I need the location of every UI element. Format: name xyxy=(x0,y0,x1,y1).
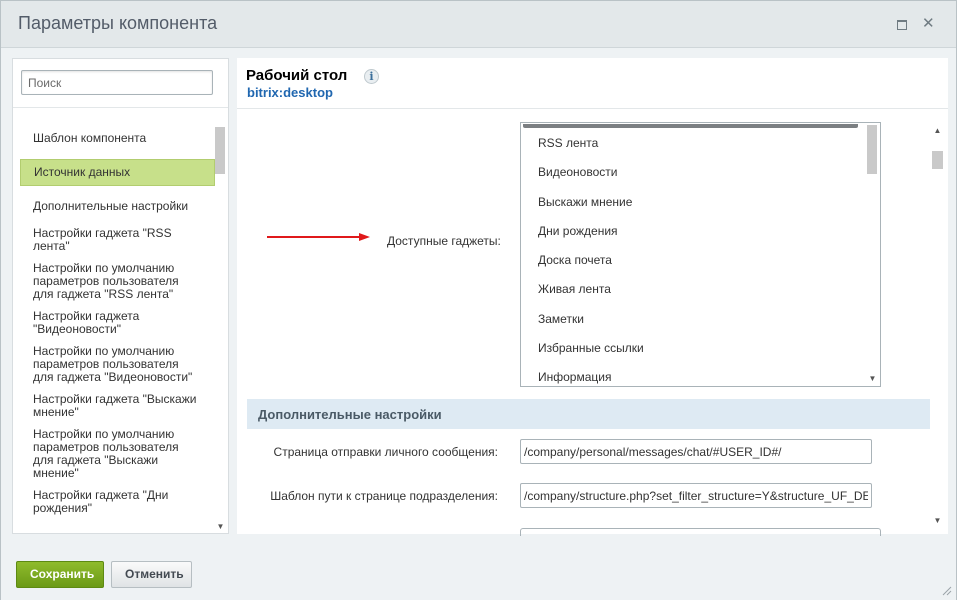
dialog-title: Параметры компонента xyxy=(18,13,218,33)
search-input[interactable] xyxy=(21,70,213,95)
scroll-down-icon[interactable]: ▼ xyxy=(214,522,227,531)
scroll-down-icon[interactable]: ▼ xyxy=(930,516,945,525)
gadget-option[interactable]: Доска почета xyxy=(538,253,612,267)
content-scrollbar[interactable]: ▲ ▼ xyxy=(930,126,945,528)
gadget-option[interactable]: Информация xyxy=(538,370,611,384)
message-page-input[interactable] xyxy=(520,439,872,464)
component-code: bitrix:desktop xyxy=(247,85,333,100)
scrollbar-thumb[interactable] xyxy=(932,151,943,169)
department-path-input[interactable] xyxy=(520,483,872,508)
component-title: Рабочий стол xyxy=(246,67,348,84)
listbox-scrollbar[interactable]: ▼ xyxy=(865,123,880,386)
cancel-button[interactable]: Отменить xyxy=(111,561,192,588)
resize-grip-icon[interactable] xyxy=(942,586,952,596)
department-path-label: Шаблон пути к странице подразделения: xyxy=(270,489,498,503)
close-icon[interactable]: ✕ xyxy=(922,16,935,31)
scrollbar-thumb[interactable] xyxy=(867,125,877,174)
settings-nav-list: Шаблон компонента Источник данных Дополн… xyxy=(20,129,215,518)
gadget-option[interactable]: Живая лента xyxy=(538,282,611,296)
info-icon[interactable]: i xyxy=(364,69,379,84)
save-button[interactable]: Сохранить xyxy=(16,561,104,588)
gadget-option[interactable]: Выскажи мнение xyxy=(538,195,632,209)
available-gadgets-listbox[interactable]: RSS лента Видеоновости Выскажи мнение Дн… xyxy=(520,122,881,387)
message-page-label: Страница отправки личного сообщения: xyxy=(273,445,498,459)
nav-item-rss-defaults[interactable]: Настройки по умолчанию параметров пользо… xyxy=(20,259,215,304)
settings-nav-panel: Шаблон компонента Источник данных Дополн… xyxy=(12,58,229,534)
dialog-footer: Сохранить Отменить xyxy=(1,546,956,600)
divider xyxy=(237,108,948,109)
nav-item-rss-settings[interactable]: Настройки гаджета "RSS лента" xyxy=(20,224,215,256)
selected-option-edge xyxy=(523,124,858,128)
nav-scrollbar[interactable]: ▼ xyxy=(214,125,227,533)
gadget-option[interactable]: Дни рождения xyxy=(538,224,618,238)
nav-item-birthdays-settings[interactable]: Настройки гаджета "Дни рождения" xyxy=(20,486,215,518)
gadget-option[interactable]: Избранные ссылки xyxy=(538,341,644,355)
next-field-box[interactable] xyxy=(520,528,881,536)
settings-content-panel: Рабочий стол i bitrix:desktop Доступные … xyxy=(237,58,948,536)
nav-item-data-source[interactable]: Источник данных xyxy=(20,159,215,186)
gadget-option[interactable]: Видеоновости xyxy=(538,165,617,179)
scroll-up-icon[interactable]: ▲ xyxy=(930,126,945,135)
gadget-option[interactable]: Заметки xyxy=(538,312,584,326)
nav-item-opinion-settings[interactable]: Настройки гаджета "Выскажи мнение" xyxy=(20,390,215,422)
dialog-titlebar[interactable]: Параметры компонента ✕ xyxy=(1,1,956,48)
red-arrow-icon xyxy=(267,233,370,241)
nav-item-component-template[interactable]: Шаблон компонента xyxy=(20,129,215,148)
divider xyxy=(13,107,228,108)
scrollbar-thumb[interactable] xyxy=(215,127,225,174)
nav-item-opinion-defaults[interactable]: Настройки по умолчанию параметров пользо… xyxy=(20,425,215,483)
maximize-icon[interactable] xyxy=(896,18,908,30)
gadget-option[interactable]: RSS лента xyxy=(538,136,598,150)
scroll-down-icon[interactable]: ▼ xyxy=(865,374,880,383)
nav-item-video-settings[interactable]: Настройки гаджета "Видеоновости" xyxy=(20,307,215,339)
available-gadgets-label: Доступные гаджеты: xyxy=(387,234,501,248)
nav-item-additional-settings[interactable]: Дополнительные настройки xyxy=(20,197,215,216)
section-title: Дополнительные настройки xyxy=(258,407,442,422)
nav-item-video-defaults[interactable]: Настройки по умолчанию параметров пользо… xyxy=(20,342,215,387)
component-parameters-dialog: Параметры компонента ✕ Шаблон компонента… xyxy=(0,0,957,600)
section-header-additional-settings: Дополнительные настройки xyxy=(247,399,930,429)
